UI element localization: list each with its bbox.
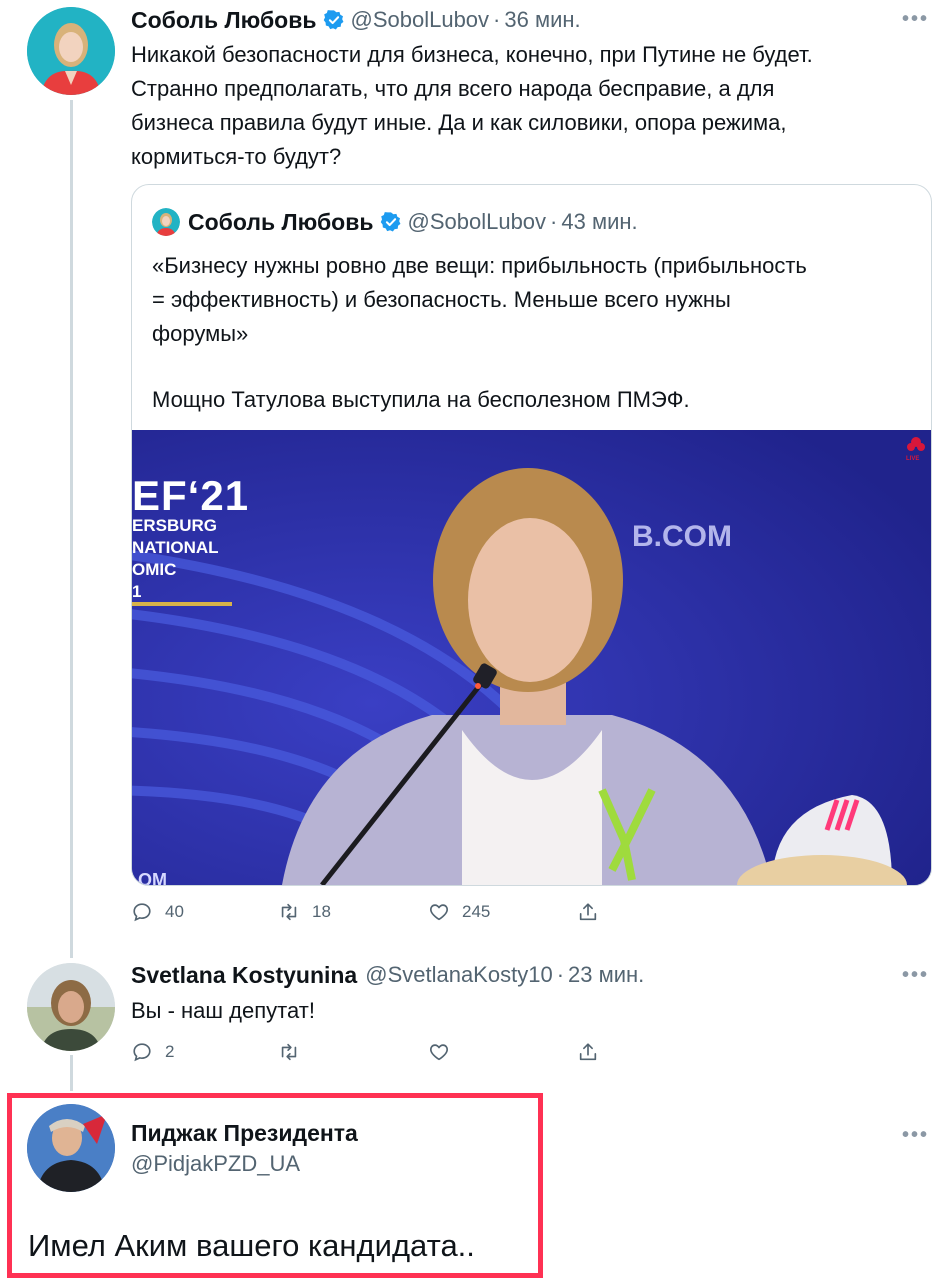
- channel-logo-text: LIVE: [906, 456, 920, 462]
- author-handle[interactable]: @SvetlanaKosty10: [365, 962, 552, 988]
- tweet-text: Имел Аким вашего кандидата..: [28, 1228, 475, 1263]
- retweet-button[interactable]: [278, 1041, 312, 1063]
- quoted-text-line: форумы»: [152, 321, 249, 346]
- more-options-icon[interactable]: •••: [902, 1124, 929, 1147]
- author-handle[interactable]: @PidjakPZD_UA: [131, 1151, 300, 1177]
- quoted-text-line: Мощно Татулова выступила на бесполезном …: [152, 387, 690, 412]
- retweet-icon: [281, 903, 297, 921]
- quoted-timestamp: 43 мин.: [561, 209, 638, 234]
- quoted-text-line: = эффективность) и безопасность. Меньше …: [152, 287, 731, 312]
- share-icon: [579, 1043, 597, 1061]
- author-name[interactable]: Соболь Любовь: [131, 7, 317, 34]
- share-button[interactable]: [577, 901, 611, 923]
- share-button[interactable]: [577, 1041, 611, 1063]
- quoted-author-handle: @SobolLubov: [407, 209, 547, 234]
- reply-button[interactable]: 2: [131, 1041, 174, 1063]
- video-overlay-line: NATIONAL: [132, 538, 219, 557]
- like-button[interactable]: [428, 1041, 462, 1063]
- tweet-header: Svetlana Kostyunina @SvetlanaKosty10 · 2…: [131, 960, 644, 990]
- quoted-tweet-header: Соболь Любовь @SobolLubov · 43 мин.: [152, 207, 638, 237]
- avatar[interactable]: [27, 963, 115, 1051]
- author-handle[interactable]: @SobolLubov: [351, 7, 490, 33]
- avatar[interactable]: [27, 7, 115, 95]
- quoted-tweet-text: «Бизнесу нужны ровно две вещи: прибыльно…: [152, 249, 922, 417]
- thread-line: [70, 1055, 73, 1091]
- retweet-count: 18: [312, 902, 331, 921]
- separator-dot: ·: [556, 962, 565, 987]
- tweet-text-line: Странно предполагать, что для всего наро…: [131, 76, 775, 101]
- timestamp[interactable]: 36 мин.: [504, 7, 580, 33]
- retweet-icon: [281, 1043, 297, 1061]
- reply-icon: [133, 1043, 151, 1062]
- verified-badge-icon: [323, 9, 345, 31]
- separator-dot: ·: [493, 7, 501, 32]
- retweet-button[interactable]: 18: [278, 901, 331, 923]
- like-button[interactable]: 245: [428, 901, 490, 923]
- quoted-text-line: «Бизнесу нужны ровно две вещи: прибыльно…: [152, 253, 807, 278]
- tweet-text-line: кормиться-то будут?: [131, 144, 342, 169]
- timestamp[interactable]: 23 мин.: [568, 962, 644, 988]
- thread-line: [70, 100, 73, 958]
- tweet-header: Соболь Любовь @SobolLubov · 36 мин.: [131, 5, 581, 35]
- tweet-text: Вы - наш депутат!: [131, 998, 315, 1023]
- video-thumbnail[interactable]: EF‘21 ERSBURG NATIONAL OMIC 1 B.COM ОМ L…: [132, 430, 931, 885]
- video-overlay-site: B.COM: [632, 520, 732, 553]
- reply-button[interactable]: 40: [131, 901, 184, 923]
- video-overlay-bottom: ОМ: [138, 870, 167, 885]
- heart-icon: [430, 1044, 448, 1061]
- reply-count: 2: [165, 1042, 175, 1061]
- like-count: 245: [462, 902, 491, 921]
- video-overlay-event: EF‘21: [132, 472, 250, 519]
- verified-badge-icon: [380, 211, 402, 233]
- tweet-text: Никакой безопасности для бизнеса, конечн…: [131, 38, 931, 174]
- video-overlay-line: 1: [132, 582, 142, 601]
- channel-logo-icon: [904, 434, 928, 458]
- avatar[interactable]: [27, 1104, 115, 1192]
- author-name[interactable]: Пиджак Президента: [131, 1120, 358, 1147]
- separator-dot: ·: [550, 209, 558, 234]
- quoted-tweet[interactable]: Соболь Любовь @SobolLubov · 43 мин. «Биз…: [131, 184, 932, 886]
- heart-icon: [430, 904, 448, 921]
- tweet-text-line: бизнеса правила будут иные. Да и как сил…: [131, 110, 787, 135]
- share-icon: [579, 903, 597, 921]
- quoted-author-name: Соболь Любовь: [188, 208, 374, 235]
- quoted-avatar: [152, 208, 180, 236]
- tweet-text-line: Никакой безопасности для бизнеса, конечн…: [131, 42, 813, 67]
- reply-count: 40: [165, 902, 184, 921]
- more-options-icon[interactable]: •••: [902, 8, 929, 31]
- more-options-icon[interactable]: •••: [902, 964, 929, 987]
- video-overlay-line: OMIC: [132, 560, 177, 579]
- video-overlay-line: ERSBURG: [132, 516, 218, 535]
- author-name[interactable]: Svetlana Kostyunina: [131, 962, 357, 989]
- reply-icon: [133, 903, 151, 922]
